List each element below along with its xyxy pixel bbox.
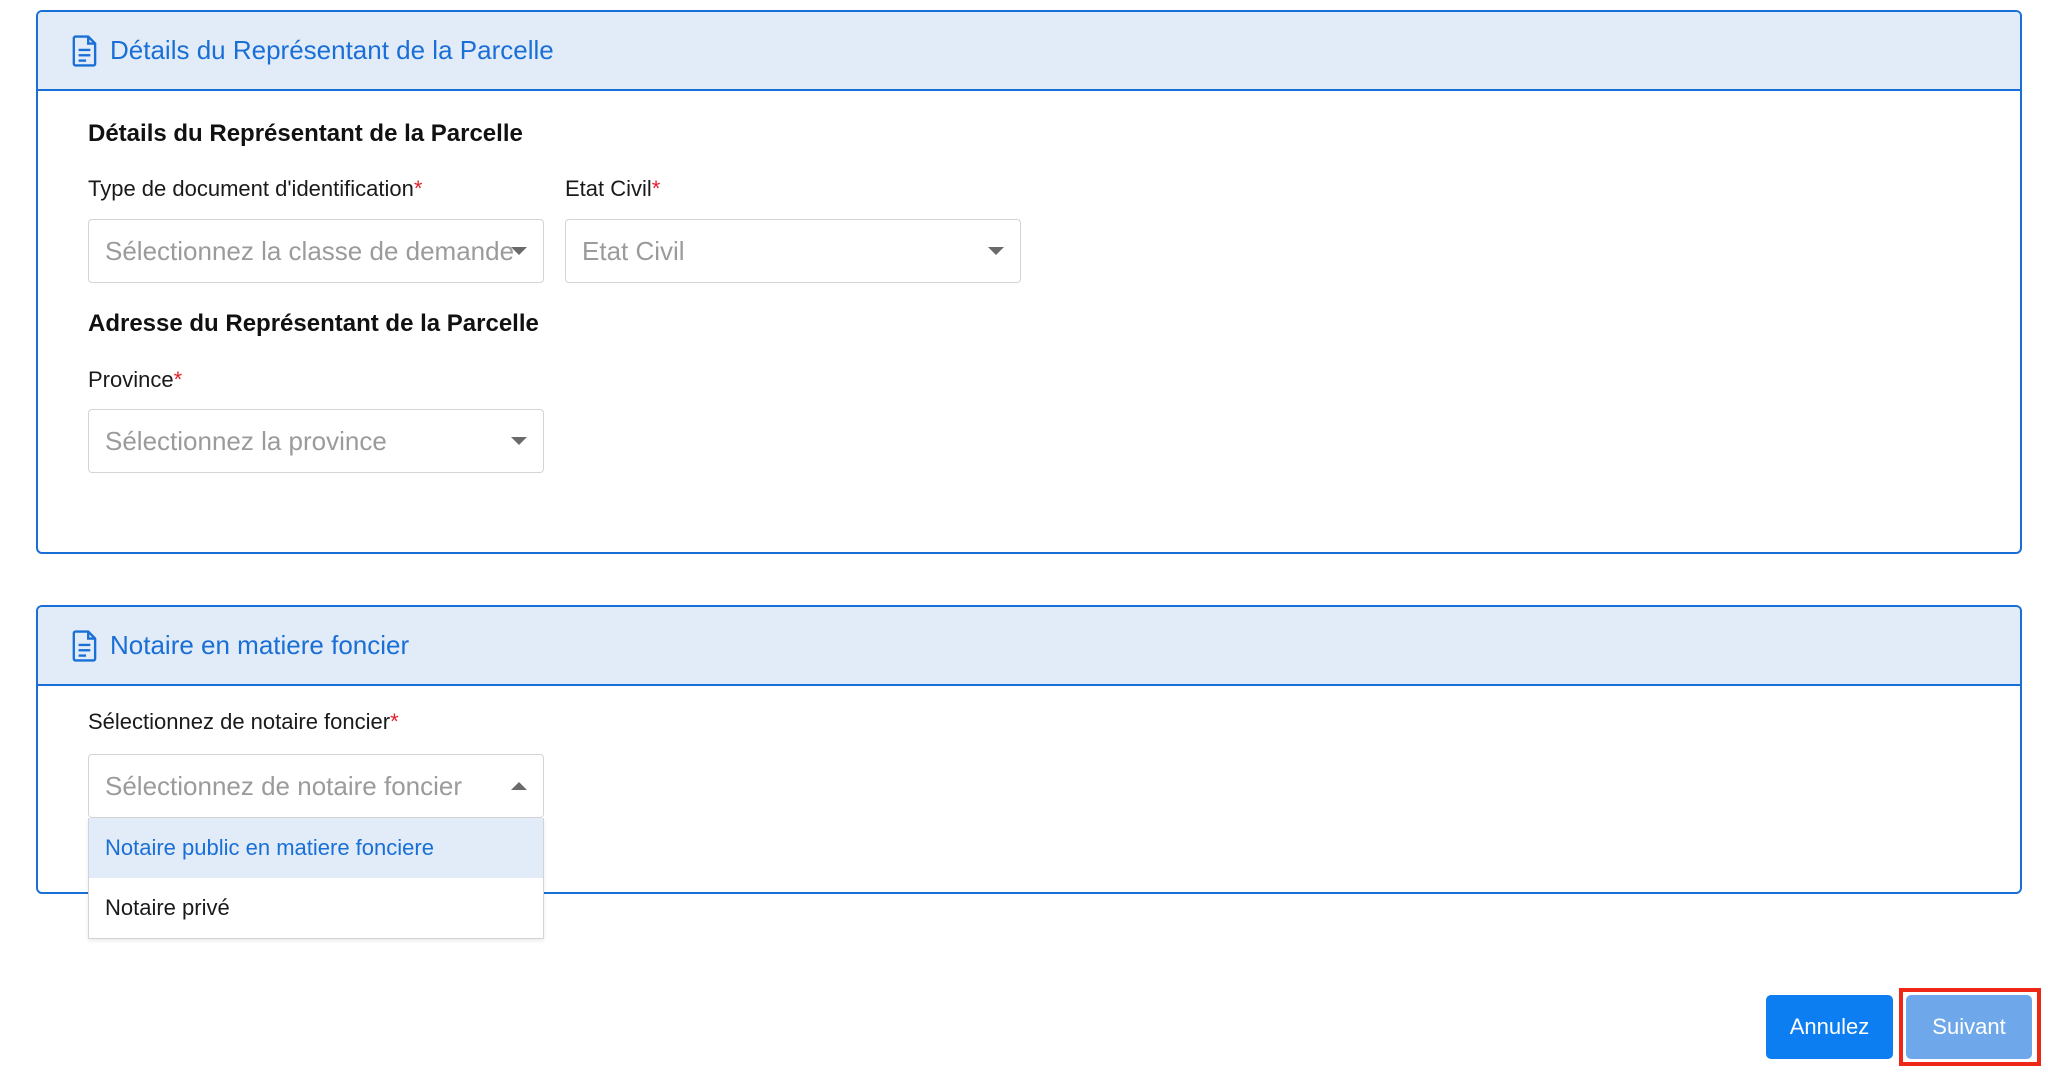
notary-select-label: Sélectionnez de notaire foncier* — [88, 709, 399, 735]
notary-card-header: Notaire en matiere foncier — [38, 607, 2020, 686]
caret-down-icon — [511, 437, 527, 445]
document-icon — [72, 629, 97, 662]
id-doc-type-placeholder: Sélectionnez la classe de demande — [105, 235, 515, 266]
civil-status-label-text: Etat Civil — [565, 176, 652, 201]
civil-status-label: Etat Civil* — [565, 176, 660, 202]
caret-down-icon — [988, 247, 1004, 255]
province-label: Province* — [88, 367, 182, 393]
id-doc-type-label-text: Type de document d'identification — [88, 176, 414, 201]
province-select[interactable]: Sélectionnez la province — [88, 409, 544, 473]
representative-card-title: Détails du Représentant de la Parcelle — [110, 35, 554, 65]
next-button[interactable]: Suivant — [1906, 995, 2032, 1059]
caret-up-icon — [511, 782, 527, 790]
notary-dropdown-menu: Notaire public en matiere fonciere Notai… — [88, 818, 544, 939]
caret-down-icon — [511, 247, 527, 255]
province-placeholder: Sélectionnez la province — [105, 425, 387, 456]
notary-card: Notaire en matiere foncier Sélectionnez … — [36, 605, 2022, 939]
cancel-button[interactable]: Annulez — [1766, 995, 1893, 1059]
notary-option-private[interactable]: Notaire privé — [89, 878, 543, 938]
address-section-heading: Adresse du Représentant de la Parcelle — [88, 310, 539, 337]
civil-status-placeholder: Etat Civil — [582, 235, 685, 266]
civil-status-select[interactable]: Etat Civil — [565, 219, 1021, 283]
representative-card-header: Détails du Représentant de la Parcelle — [38, 12, 2020, 91]
notary-select[interactable]: Sélectionnez de notaire foncier — [88, 754, 544, 818]
notary-card-title: Notaire en matiere foncier — [110, 630, 410, 660]
id-doc-type-select[interactable]: Sélectionnez la classe de demande — [88, 219, 544, 283]
notary-select-placeholder: Sélectionnez de notaire foncier — [105, 770, 463, 801]
id-doc-type-label: Type de document d'identification* — [88, 176, 422, 202]
representative-card: Détails du Représentant de la Parcelle D… — [36, 10, 2022, 554]
required-marker: * — [173, 367, 183, 392]
document-icon — [72, 34, 97, 67]
required-marker: * — [390, 709, 399, 734]
representative-section-heading: Détails du Représentant de la Parcelle — [88, 120, 523, 147]
required-marker: * — [651, 176, 661, 201]
required-marker: * — [413, 176, 423, 201]
notary-option-public[interactable]: Notaire public en matiere fonciere — [89, 818, 543, 878]
province-label-text: Province — [88, 367, 174, 392]
notary-select-label-text: Sélectionnez de notaire foncier — [88, 709, 391, 734]
